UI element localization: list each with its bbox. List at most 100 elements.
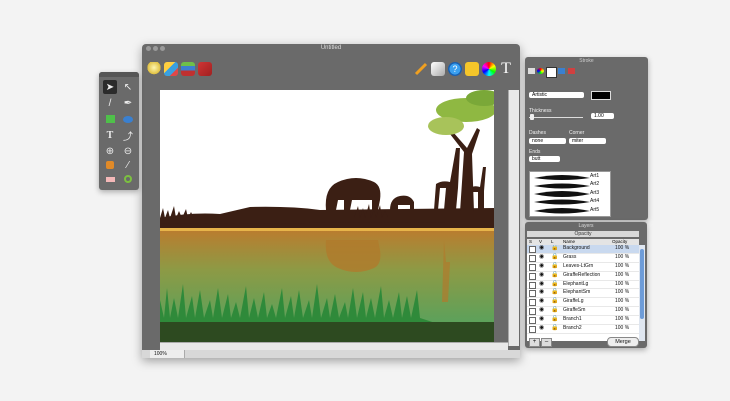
layers-scroll-thumb[interactable] [640, 249, 644, 319]
remove-layer-button[interactable]: – [541, 338, 552, 347]
layer-row[interactable]: ◉ 🔒 Branch2 100 % [527, 325, 639, 334]
layer-row[interactable]: ◉ 🔒 GiraffeReflection 100 % [527, 272, 639, 281]
stroke-panel: Stroke Artistic Thickness 1.00 Dashes Co… [525, 57, 648, 220]
layer-select-checkbox[interactable] [529, 299, 536, 307]
art-brush-item[interactable]: Art2 [590, 180, 608, 188]
lock-icon[interactable]: 🔒 [551, 298, 558, 306]
corner-select[interactable]: miter [569, 138, 606, 144]
zoom-button[interactable] [160, 46, 165, 51]
thickness-slider-thumb[interactable] [530, 114, 534, 120]
eye-icon[interactable]: ◉ [539, 307, 544, 315]
arrow-icon[interactable]: ➤ [103, 80, 117, 94]
palette-titlebar[interactable] [99, 72, 139, 77]
color-wheel-icon[interactable] [482, 62, 496, 76]
layers-scrollbar[interactable] [639, 245, 645, 341]
layer-select-checkbox[interactable] [529, 290, 536, 298]
thickness-input[interactable]: 1.00 [591, 113, 614, 119]
eye-icon[interactable]: ◉ [539, 281, 544, 289]
zoom-level[interactable]: 100% [150, 350, 185, 358]
art-brush-item[interactable]: Art1 [590, 172, 608, 180]
art-brush-item[interactable]: Art4 [590, 197, 608, 205]
close-button[interactable] [146, 46, 151, 51]
ends-select[interactable]: butt [529, 156, 560, 162]
image-icon[interactable] [465, 62, 479, 76]
eye-icon[interactable]: ◉ [539, 325, 544, 333]
col-name: Name [563, 239, 576, 244]
eye-icon[interactable]: ◉ [539, 272, 544, 280]
layer-row[interactable]: ◉ 🔒 Branch1 100 % [527, 316, 639, 326]
eye-icon[interactable]: ◉ [539, 316, 544, 324]
lock-icon[interactable]: 🔒 [551, 316, 558, 324]
remove-icon[interactable]: ⊖ [121, 144, 135, 158]
art-brush-list[interactable]: Art1 Art2 Art3 Art4 Art5 [529, 171, 611, 217]
layer-select-checkbox[interactable] [529, 246, 536, 253]
brush-select[interactable]: Artistic [529, 92, 584, 98]
layer-select-checkbox[interactable] [529, 272, 536, 280]
pen-icon[interactable]: ✒ [121, 96, 135, 110]
eraser-tool-icon[interactable] [103, 172, 117, 186]
layer-row[interactable]: ◉ 🔒 Background 100 % [527, 245, 639, 254]
eye-icon[interactable]: ◉ [539, 289, 544, 297]
layer-select-checkbox[interactable] [529, 326, 536, 334]
drawing-canvas[interactable] [160, 90, 494, 342]
stroke-color-swatch[interactable] [591, 91, 611, 100]
brush-icon[interactable]: / [103, 96, 117, 110]
vertical-scrollbar[interactable] [508, 90, 519, 346]
lock-icon[interactable]: 🔒 [551, 325, 558, 333]
pencil-icon[interactable] [414, 62, 428, 76]
lock-icon[interactable]: 🔒 [551, 281, 558, 289]
lock-icon[interactable]: 🔒 [551, 263, 558, 271]
rectangle-icon[interactable] [103, 112, 117, 126]
style-tab-icon[interactable] [568, 68, 575, 74]
layers-panel-title: Layers [578, 223, 594, 229]
color-tab-icon[interactable] [537, 68, 544, 74]
paint-bucket-icon[interactable] [103, 158, 117, 172]
cursor-icon[interactable] [198, 62, 212, 76]
layer-opacity: 100 % [615, 245, 630, 251]
layer-row[interactable]: ◉ 🔒 ElephantSm 100 % [527, 289, 639, 299]
text-icon[interactable]: T [499, 61, 513, 77]
lock-icon[interactable]: 🔒 [551, 272, 558, 280]
add-layer-button[interactable]: + [529, 338, 540, 347]
puzzle-icon[interactable] [164, 62, 178, 76]
eye-icon[interactable]: ◉ [539, 245, 544, 253]
effects-tab-icon[interactable] [558, 68, 565, 74]
dashes-select[interactable]: none [529, 138, 566, 144]
layer-select-checkbox[interactable] [529, 263, 536, 271]
lock-icon[interactable]: 🔒 [551, 307, 558, 315]
add-icon[interactable]: ⊕ [103, 144, 117, 158]
lock-icon[interactable]: 🔒 [551, 289, 558, 297]
merge-button[interactable]: Merge [607, 337, 639, 347]
zoom-icon[interactable] [121, 172, 135, 186]
knife-icon[interactable]: ⁄ [121, 158, 135, 172]
fill-tab-icon[interactable] [528, 68, 535, 74]
ellipse-icon[interactable] [121, 112, 135, 126]
lightbulb-icon[interactable] [147, 62, 161, 76]
eye-icon[interactable]: ◉ [539, 254, 544, 262]
layer-row[interactable]: ◉ 🔒 ElephantLg 100 % [527, 281, 639, 290]
direct-select-icon[interactable]: ↖ [121, 80, 135, 94]
minimize-button[interactable] [153, 46, 158, 51]
text-tool-icon[interactable]: T [103, 128, 117, 142]
art-brush-item[interactable]: Art3 [590, 189, 608, 197]
lock-icon[interactable]: 🔒 [551, 254, 558, 262]
eraser-icon[interactable] [431, 62, 445, 76]
eye-icon[interactable]: ◉ [539, 298, 544, 306]
lock-icon[interactable]: 🔒 [551, 245, 558, 253]
layer-select-checkbox[interactable] [529, 308, 536, 316]
layer-select-checkbox[interactable] [529, 281, 536, 289]
stroke-tab-icon[interactable] [546, 67, 557, 78]
art-brush-item[interactable]: Art5 [590, 206, 608, 214]
layer-row[interactable]: ◉ 🔒 GiraffeLg 100 % [527, 298, 639, 308]
eye-icon[interactable]: ◉ [539, 263, 544, 271]
layer-row[interactable]: ◉ 🔒 Leaves-LtGrn 100 % [527, 263, 639, 272]
layer-row[interactable]: ◉ 🔒 GiraffeSm 100 % [527, 307, 639, 317]
layer-row[interactable]: ◉ 🔒 Grass 100 % [527, 254, 639, 263]
stack-icon[interactable] [181, 62, 195, 76]
opacity-slider[interactable]: Opacity [527, 231, 639, 237]
eyedropper-icon[interactable]: ⤴ [121, 128, 135, 143]
layer-select-checkbox[interactable] [529, 254, 536, 262]
thickness-slider[interactable] [529, 117, 583, 118]
layer-select-checkbox[interactable] [529, 317, 536, 325]
help-icon[interactable]: ? [448, 62, 462, 76]
